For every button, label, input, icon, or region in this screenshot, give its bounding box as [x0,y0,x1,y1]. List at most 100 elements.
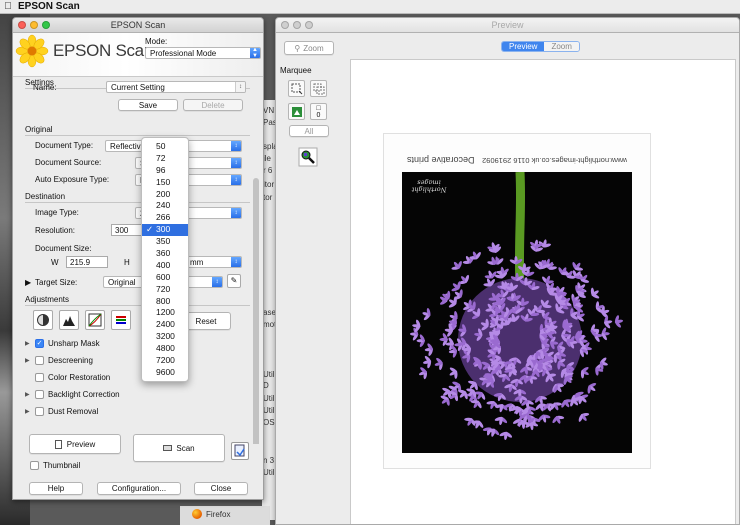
resolution-option-label: 600 [156,271,171,282]
adjustment-option-label: Dust Removal [48,407,99,416]
resolution-option-label: 200 [156,188,171,199]
resolution-option[interactable]: 720 [142,284,188,296]
epson-flower-logo-icon [15,34,49,68]
resolution-option-label: 350 [156,236,171,247]
resolution-option[interactable]: 2400 [142,319,188,331]
dock-item-firefox[interactable]: Firefox [192,509,230,519]
resolution-option[interactable]: 150 [142,177,188,189]
adjustment-option-label: Backlight Correction [48,390,120,399]
resolution-option-label: 240 [156,200,171,211]
help-button[interactable]: Help [29,482,83,495]
tab-zoom[interactable]: Zoom [544,42,579,51]
resolution-option-label: 96 [156,164,166,175]
chevron-up-down-icon: ▲ ▼ [250,48,260,58]
setting-name-select[interactable]: Current Setting ↕ [106,81,246,93]
resolution-option[interactable]: 240 [142,200,188,212]
settings-scroll-area[interactable]: Settings Name: Current Setting ↕ Save De… [13,78,263,444]
zoom-tool-icon[interactable] [298,147,318,167]
save-button[interactable]: Save [118,99,178,111]
thumbnail-checkbox-row[interactable]: Thumbnail [30,461,80,470]
adjustment-option-row[interactable]: ▶ ✓ Unsharp Mask [25,339,100,348]
resolution-option[interactable]: 400 [142,260,188,272]
all-button[interactable]: All [289,125,329,137]
adjustment-option-row[interactable]: ▶ Descreening [25,356,93,365]
configuration-button[interactable]: Configuration... [97,482,181,495]
adjustment-checkbox[interactable]: ✓ [35,339,44,348]
resolution-option-label: 3200 [156,331,175,342]
adjustment-checkbox[interactable] [35,373,44,382]
adjustment-option-row[interactable]: Color Restoration [25,373,110,382]
zoom-window-icon[interactable] [42,21,50,29]
scan-window-titlebar[interactable]: EPSON Scan [13,18,263,33]
zoom-window-icon[interactable] [305,21,313,29]
resolution-option[interactable]: 1200 [142,307,188,319]
adjustment-checkbox[interactable] [35,390,44,399]
resolution-option[interactable]: 600 [142,272,188,284]
background-window-text: Util [263,406,275,415]
apple-menu-icon[interactable]:  [0,1,16,12]
tone-correction-icon[interactable] [85,310,105,330]
destination-section-label: Destination [25,192,66,201]
delete-button[interactable]: Delete [183,99,243,111]
preview-window-titlebar[interactable]: Preview [276,18,739,33]
document-type-value: Reflective [110,141,146,151]
expand-triangle-icon[interactable]: ▶ [25,357,31,364]
adjustment-option-row[interactable]: ▶ Backlight Correction [25,390,120,399]
resolution-option[interactable]: ✓ 300 [142,224,188,237]
target-size-value: Original [108,277,136,287]
marquee-count[interactable]: □ 0 [310,103,327,120]
resolution-option[interactable]: 72 [142,153,188,165]
tab-preview[interactable]: Preview [502,42,545,51]
epson-banner: EPSON Scan Mode: Professional Mode ▲ ▼ [13,33,263,77]
resolution-option[interactable]: 7200 [142,355,188,367]
preview-button[interactable]: Preview [29,434,121,454]
close-window-icon[interactable] [281,21,289,29]
minimize-window-icon[interactable] [30,21,38,29]
scrollbar[interactable] [253,178,259,444]
preview-window-title: Preview [491,20,524,30]
scan-button[interactable]: Scan [133,434,225,462]
thumbnail-checkbox[interactable] [30,461,39,470]
width-input[interactable]: 215.9 [66,256,108,268]
resolution-option[interactable]: 9600 [142,367,188,379]
target-size-expand-icon[interactable]: ▶ [25,278,31,287]
adjustment-option-label: Descreening [48,356,93,365]
close-window-icon[interactable] [18,21,26,29]
name-label: Name: [33,83,57,92]
preview-canvas[interactable]: www.northlight-images.co.uk 0116 2919092… [350,59,736,524]
adjustment-checkbox[interactable] [35,356,44,365]
expand-triangle-icon[interactable]: ▶ [25,340,31,347]
image-adjustment-icon[interactable] [111,310,131,330]
expand-triangle-icon[interactable]: ▶ [25,391,31,398]
scan-button-label: Scan [176,443,195,453]
resolution-option[interactable]: 50 [142,141,188,153]
file-save-settings-icon[interactable] [231,442,249,460]
resolution-option[interactable]: 266 [142,212,188,224]
unit-select[interactable]: mm ↕ [185,256,242,268]
adjustments-section-label: Adjustments [25,295,70,304]
auto-locate-icon[interactable] [288,103,305,120]
resolution-option[interactable]: 96 [142,165,188,177]
expand-triangle-icon[interactable]: ▶ [25,408,31,415]
mode-select[interactable]: Professional Mode ▲ ▼ [145,47,261,59]
resolution-option[interactable]: 360 [142,248,188,260]
adjustment-option-row[interactable]: ▶ Dust Removal [25,407,98,416]
resolution-option[interactable]: 800 [142,296,188,308]
adjustment-checkbox[interactable] [35,407,44,416]
resolution-option-label: 266 [156,212,171,223]
resolution-option[interactable]: 3200 [142,331,188,343]
background-window-text: tor [263,193,273,202]
auto-exposure-icon[interactable] [33,310,53,330]
resolution-option[interactable]: 4800 [142,343,188,355]
copy-marquee-icon[interactable] [310,80,327,97]
menu-app-name[interactable]: EPSON Scan [16,1,80,12]
histogram-adjustment-icon[interactable] [59,310,79,330]
resolution-option[interactable]: 350 [142,236,188,248]
new-marquee-icon[interactable] [288,80,305,97]
close-button[interactable]: Close [194,482,248,495]
target-size-edit-icon[interactable]: ✎ [227,274,241,288]
resolution-option-label: 50 [156,141,166,151]
resolution-option[interactable]: 200 [142,189,188,201]
zoom-button[interactable]: ⚲ Zoom [284,41,334,55]
minimize-window-icon[interactable] [293,21,301,29]
